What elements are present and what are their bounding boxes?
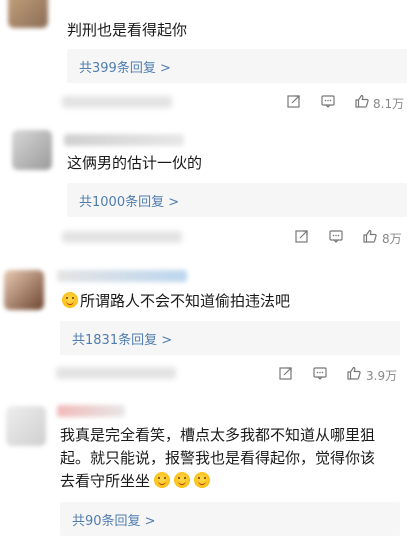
comment-text: 所谓路人不会不知道偷拍违法吧 bbox=[60, 290, 290, 313]
comment-actions: 8万 bbox=[293, 228, 413, 248]
comment-text: 判刑也是看得起你 bbox=[67, 21, 188, 39]
reply-count-link[interactable]: 共399条回复 > bbox=[79, 57, 171, 76]
comment-icon[interactable] bbox=[313, 366, 327, 380]
reply-summary[interactable]: 共1831条回复 > bbox=[60, 321, 400, 355]
reply-count-link[interactable]: 共1000条回复 > bbox=[79, 191, 179, 210]
comment-icon[interactable] bbox=[329, 229, 343, 243]
comment-actions: 3.9万 bbox=[275, 365, 413, 385]
comment-text-body: 去看守所坐坐 bbox=[60, 472, 151, 490]
avatar[interactable] bbox=[8, 0, 48, 28]
comment-text-line: 起。就只能说，报警我也是看得起你，觉得你该 bbox=[60, 449, 376, 467]
comment-text-line: 我真是完全看笑，槽点太多我都不知道从哪里狙 bbox=[60, 426, 376, 444]
smile-emoji-icon bbox=[62, 292, 78, 308]
like-count: 8万 bbox=[382, 232, 402, 246]
reply-count-link[interactable]: 共1831条回复 > bbox=[72, 329, 172, 348]
comment-text-line: 去看守所坐坐 bbox=[60, 470, 410, 493]
comment-icon[interactable] bbox=[321, 94, 335, 108]
thumbs-up-icon[interactable] bbox=[363, 229, 377, 243]
username[interactable] bbox=[64, 134, 184, 146]
comment-text: 这俩男的估计一伙的 bbox=[67, 154, 203, 172]
thumbs-up-icon[interactable] bbox=[347, 366, 361, 380]
avatar[interactable] bbox=[6, 406, 46, 446]
like-count: 3.9万 bbox=[366, 369, 398, 383]
thumbs-up-icon[interactable] bbox=[355, 94, 369, 108]
comment-meta bbox=[62, 96, 172, 108]
smile-emoji-icon bbox=[174, 472, 191, 488]
username[interactable] bbox=[57, 270, 187, 282]
comment-meta bbox=[56, 367, 176, 379]
username[interactable] bbox=[57, 405, 125, 417]
comment-item: 我真是完全看笑，槽点太多我都不知道从哪里狙 起。就只能说，报警我也是看得起你，觉… bbox=[0, 398, 413, 536]
avatar[interactable] bbox=[12, 130, 52, 170]
reply-count-link[interactable]: 共90条回复 > bbox=[72, 510, 156, 529]
comment-text: 我真是完全看笑，槽点太多我都不知道从哪里狙 起。就只能说，报警我也是看得起你，觉… bbox=[60, 424, 410, 493]
smile-emoji-icon bbox=[194, 472, 211, 488]
reply-summary[interactable]: 共1000条回复 > bbox=[67, 183, 407, 217]
comment-text-body: 所谓路人不会不知道偷拍违法吧 bbox=[80, 292, 291, 310]
comment-item: 所谓路人不会不知道偷拍违法吧 共1831条回复 > 3.9万 bbox=[0, 258, 413, 398]
avatar[interactable] bbox=[4, 270, 44, 310]
share-icon[interactable] bbox=[295, 229, 309, 243]
smile-emoji-icon bbox=[154, 472, 171, 488]
comment-actions: 8.1万 bbox=[273, 93, 413, 113]
reply-summary[interactable]: 共90条回复 > bbox=[60, 502, 400, 536]
comment-item: 判刑也是看得起你 共399条回复 > 8.1万 bbox=[0, 0, 413, 118]
share-icon[interactable] bbox=[287, 94, 301, 108]
comment-meta bbox=[62, 231, 182, 243]
reply-summary[interactable]: 共399条回复 > bbox=[67, 49, 407, 83]
like-count: 8.1万 bbox=[373, 97, 405, 111]
comment-item: 这俩男的估计一伙的 共1000条回复 > 8万 bbox=[0, 118, 413, 258]
share-icon[interactable] bbox=[279, 366, 293, 380]
